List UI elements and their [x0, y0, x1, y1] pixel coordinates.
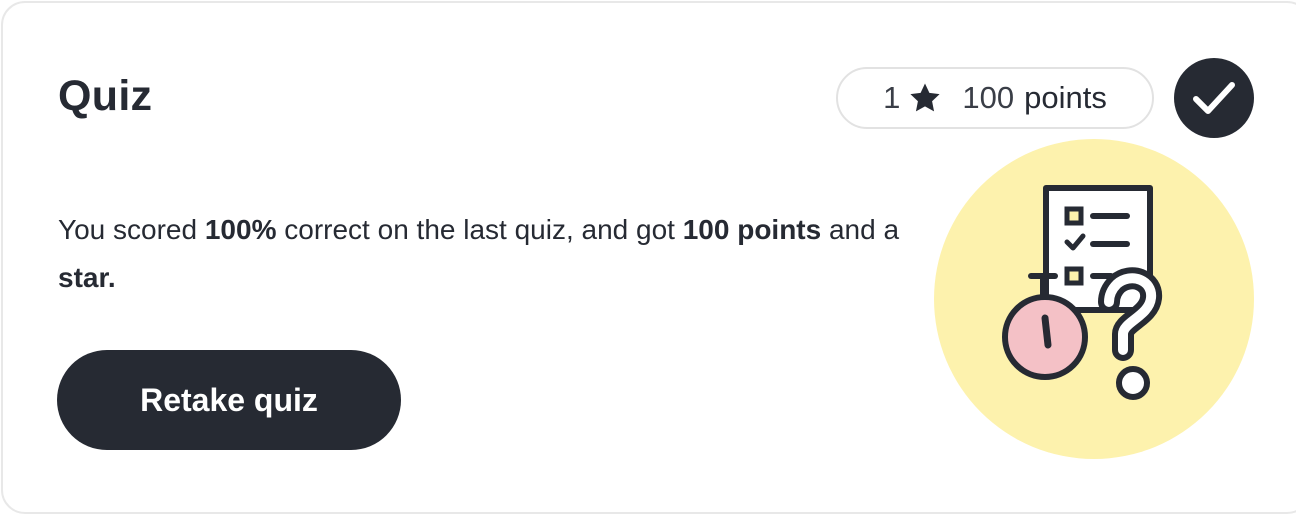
star-earned: star. — [58, 262, 116, 293]
star-icon — [910, 83, 940, 112]
desc-part3: and a — [821, 214, 900, 245]
points-value: 100 — [962, 80, 1015, 115]
quiz-result-description: You scored 100% correct on the last quiz… — [58, 206, 938, 302]
points-earned: 100 points — [682, 214, 822, 245]
score-pill: 1 100 points — [836, 67, 1154, 129]
desc-part1: You scored — [58, 214, 205, 245]
quiz-checklist-stopwatch-question-illustration — [934, 139, 1254, 459]
score-percent: 100% — [204, 214, 277, 245]
retake-quiz-button[interactable]: Retake quiz — [57, 350, 401, 450]
quiz-title: Quiz — [58, 72, 153, 120]
star-count: 1 — [883, 80, 901, 115]
points-unit: points — [1024, 80, 1107, 115]
desc-part2: correct on the last quiz, and got — [276, 214, 683, 245]
checkmark-icon — [1193, 82, 1235, 114]
completed-badge — [1174, 58, 1254, 138]
